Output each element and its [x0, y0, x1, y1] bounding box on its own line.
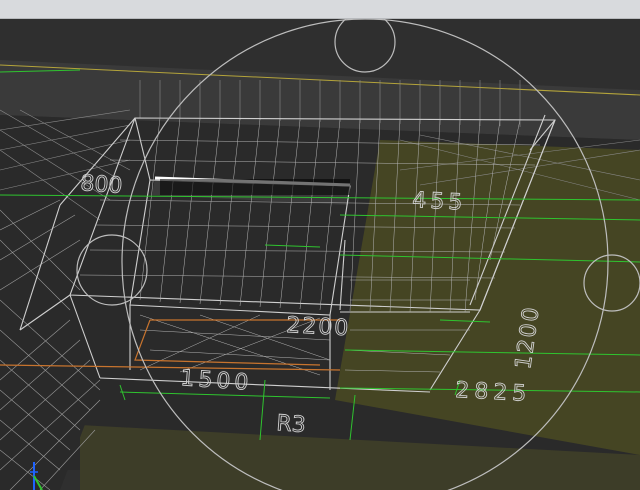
window-title-bar: [0, 0, 640, 19]
dim-label-r3[interactable]: R3: [275, 411, 307, 439]
yellow-highlight-face: [335, 140, 640, 455]
dim-label-2825[interactable]: 2825: [454, 378, 532, 408]
cad-application: 800 455 2200 1500 1200 2825 R3: [0, 0, 640, 490]
highlight-shadow: [160, 179, 350, 195]
dim-label-455[interactable]: 455: [411, 188, 467, 217]
dim-label-1500[interactable]: 1500: [179, 366, 254, 397]
dim-label-2200[interactable]: 2200: [285, 313, 351, 342]
3d-viewport[interactable]: 800 455 2200 1500 1200 2825 R3: [0, 11, 640, 490]
dim-label-800[interactable]: 800: [79, 171, 124, 200]
